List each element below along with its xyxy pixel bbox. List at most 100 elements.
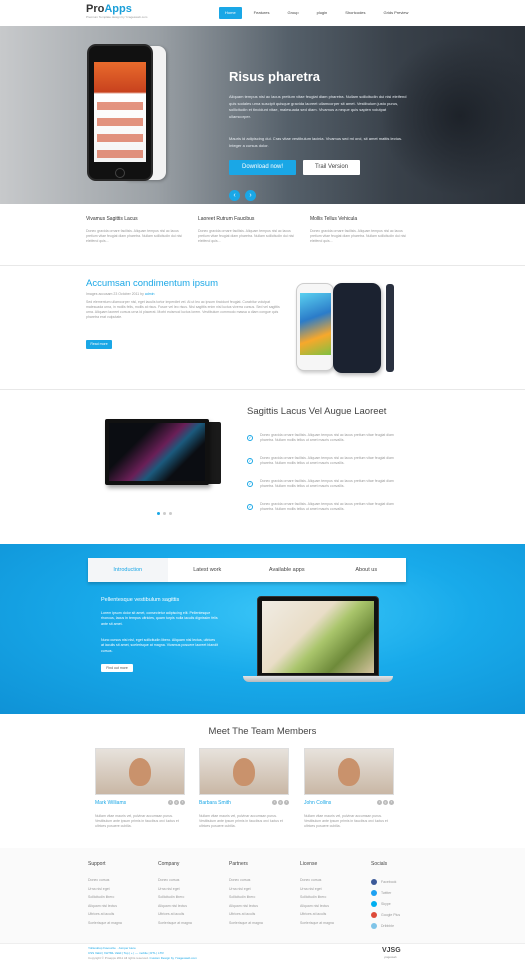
member-name[interactable]: Barbara Smith <box>199 800 231 806</box>
member-name-row: John Collins t g f <box>304 800 394 806</box>
feature-column: Mollis Tellus Vehicula Donec gravida orn… <box>310 216 406 244</box>
footer-link[interactable]: Urna nisl eget <box>229 885 289 894</box>
footer-link[interactable]: Ultrices at iaculis <box>229 910 289 919</box>
footer-link[interactable]: Donec cursus <box>229 876 289 885</box>
footer-link[interactable]: Ultrices at iaculis <box>158 910 218 919</box>
phone-side-image <box>386 284 394 372</box>
feature-title[interactable]: Mollis Tellus Vehicula <box>310 216 406 222</box>
footer-link[interactable]: Urna nisl eget <box>158 885 218 894</box>
footer-link[interactable]: Donec cursus <box>158 876 218 885</box>
screen-row <box>97 150 143 158</box>
facebook-icon[interactable]: f <box>389 800 394 805</box>
footer-link[interactable]: Aliquam nisl lectus <box>88 902 148 911</box>
footer-link[interactable]: Sollicitudin libero <box>300 893 360 902</box>
read-more-button[interactable]: Read more <box>86 340 112 349</box>
main-nav: Home Features Group plugin Shortcodes Gr… <box>219 7 420 19</box>
social-label: Skype <box>381 901 391 906</box>
social-label: Twitter <box>381 890 392 895</box>
footer-column-title: Company <box>158 861 180 867</box>
dribbble-icon <box>371 922 377 929</box>
social-link-dribbble[interactable]: Dribbble <box>371 920 431 931</box>
tab-text: Lorem ipsum dolor sit amet, consectetur … <box>101 611 218 626</box>
nav-plugin[interactable]: plugin <box>311 7 334 19</box>
copyright-text: Copyright © Proapps 2011 All rights rese… <box>88 956 150 960</box>
nav-grids-preview[interactable]: Grids Preview <box>378 7 415 19</box>
footer-link[interactable]: Aliquam nisl lectus <box>158 902 218 911</box>
bottom-links[interactable]: YoDesktop Favourite · Jumper Here <box>88 946 136 950</box>
article-meta-text: Images accusam 23 October 2011 by <box>86 292 145 296</box>
social-link-skype[interactable]: Skype <box>371 898 431 909</box>
tagline: Premium Template design by Ycagesweb.com <box>86 15 148 19</box>
footer-link[interactable]: Aliquam nisl lectus <box>229 902 289 911</box>
designer-link[interactable]: Custom Design by Ycagesweb.com <box>150 956 197 960</box>
hero-text-secondary: Mauris id adipiscing dui. Cras vitae ves… <box>229 136 403 148</box>
tab-introduction[interactable]: Introduction <box>88 558 168 582</box>
logo[interactable]: ProApps <box>86 3 132 15</box>
feature-text: Donec gravida ornare facilisis. Aliquam … <box>198 229 294 243</box>
footer-link[interactable]: Aliquam nisl lectus <box>300 902 360 911</box>
footer-link[interactable]: Sollicitudin libero <box>158 893 218 902</box>
footer-column-partners: Partners Donec cursus Urna nisl eget Sol… <box>229 861 289 927</box>
slider-dot[interactable] <box>169 512 172 515</box>
social-link-twitter[interactable]: Twitter <box>371 887 431 898</box>
download-button[interactable]: Download now! <box>229 160 296 175</box>
social-link-facebook[interactable]: Facebook <box>371 876 431 887</box>
brand-sub: ycagesweb <box>384 956 397 959</box>
trail-version-button[interactable]: Trail Version <box>303 160 360 175</box>
footer-link[interactable]: Ultrices at iaculis <box>88 910 148 919</box>
feature-title[interactable]: Vivamus Sagittis Lacus <box>86 216 182 222</box>
footer-link[interactable]: Scelerisque at magna <box>229 919 289 928</box>
face-image <box>129 758 151 786</box>
feature-list-item: ✓ Donec gravida ornare facilisis. Aliquam… <box>247 456 407 466</box>
facebook-icon[interactable]: f <box>284 800 289 805</box>
footer-link[interactable]: Sollicitudin libero <box>88 893 148 902</box>
prev-arrow-icon[interactable]: ‹ <box>229 190 240 201</box>
phone-galaxy-black-image <box>333 283 381 373</box>
next-arrow-icon[interactable]: › <box>245 190 256 201</box>
google-icon[interactable]: g <box>278 800 283 805</box>
check-icon: ✓ <box>247 481 253 487</box>
team-title: Meet The Team Members <box>208 726 317 737</box>
footer-column-title: Partners <box>229 861 248 867</box>
member-name[interactable]: John Collins <box>304 800 331 806</box>
member-name[interactable]: Mark Williams <box>95 800 126 806</box>
twitter-icon[interactable]: t <box>168 800 173 805</box>
nav-home[interactable]: Home <box>219 7 242 19</box>
footer-link[interactable]: Donec cursus <box>88 876 148 885</box>
footer-link[interactable]: Donec cursus <box>300 876 360 885</box>
social-link-google-plus[interactable]: Google Plus <box>371 909 431 920</box>
team-member-card: John Collins t g f Nullam vitae mauris vel,… <box>304 748 394 829</box>
article-author-link[interactable]: admin <box>145 292 155 296</box>
facebook-icon[interactable]: f <box>180 800 185 805</box>
twitter-icon[interactable]: t <box>377 800 382 805</box>
footer-link[interactable]: Urna nisl eget <box>300 885 360 894</box>
nav-features[interactable]: Features <box>248 7 276 19</box>
footer-link[interactable]: Scelerisque at magna <box>300 919 360 928</box>
nav-group[interactable]: Group <box>281 7 304 19</box>
bottom-validation-links[interactable]: CSS Valid | XHTML Valid | Top | + | — mo… <box>88 951 164 955</box>
tab-about-us[interactable]: About us <box>327 558 407 582</box>
article-title[interactable]: Accumsan condimentum ipsum <box>86 278 218 289</box>
find-out-more-button[interactable]: Find out more <box>101 664 133 672</box>
tab-available-apps[interactable]: Available apps <box>247 558 327 582</box>
laptop-image <box>257 596 379 676</box>
slider-dot[interactable] <box>157 512 160 515</box>
features-columns: Vivamus Sagittis Lacus Donec gravida orn… <box>86 216 406 244</box>
google-icon[interactable]: g <box>383 800 388 805</box>
slider-dot[interactable] <box>163 512 166 515</box>
tab-latest-work[interactable]: Latest work <box>168 558 248 582</box>
skype-icon <box>371 900 377 907</box>
footer-link[interactable]: Scelerisque at magna <box>88 919 148 928</box>
avatar <box>199 748 289 795</box>
footer-link[interactable]: Urna nisl eget <box>88 885 148 894</box>
nav-shortcodes[interactable]: Shortcodes <box>339 7 371 19</box>
footer-link[interactable]: Ultrices at iaculis <box>300 910 360 919</box>
twitter-icon[interactable]: t <box>272 800 277 805</box>
footer-link[interactable]: Scelerisque at magna <box>158 919 218 928</box>
brand-logo[interactable]: VJSG <box>382 947 401 954</box>
site-header: ProApps Premium Template design by Ycage… <box>0 0 525 26</box>
google-icon[interactable]: g <box>174 800 179 805</box>
member-bio: Nullam vitae mauris vel, pulvinar accums… <box>199 814 283 828</box>
footer-link[interactable]: Sollicitudin libero <box>229 893 289 902</box>
feature-title[interactable]: Laoreet Rutrum Faucibus <box>198 216 294 222</box>
